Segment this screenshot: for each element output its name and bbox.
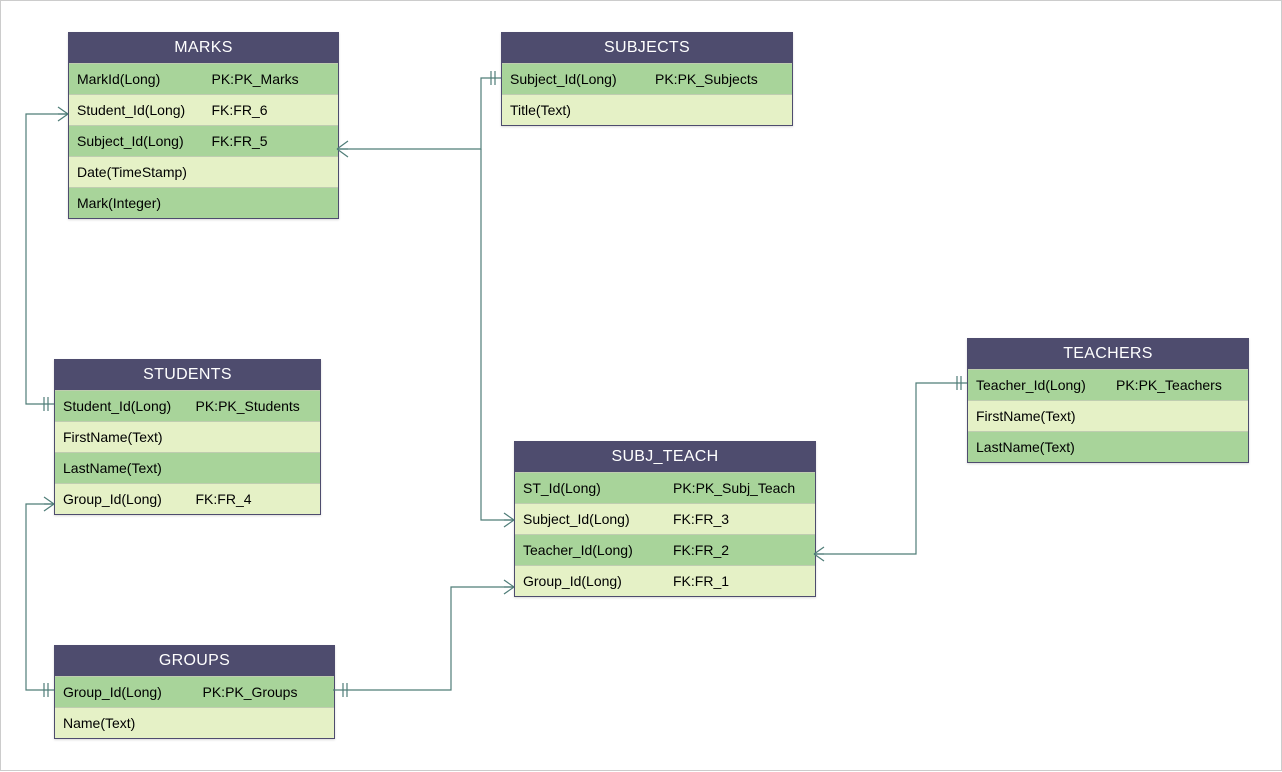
field-name: FirstName(Text) [968, 401, 1108, 431]
table-row: Title(Text) [502, 94, 792, 125]
field-name: Subject_Id(Long) [69, 126, 204, 156]
field-key [1108, 432, 1248, 462]
field-name: Student_Id(Long) [55, 391, 188, 421]
table-row: Teacher_Id(Long) FK:FR_2 [515, 534, 815, 565]
field-key [188, 453, 321, 483]
field-name: Subject_Id(Long) [515, 504, 665, 534]
field-key [204, 157, 339, 187]
field-name: Name(Text) [55, 708, 195, 738]
table-row: LastName(Text) [968, 431, 1248, 462]
field-key: FK:FR_6 [204, 95, 339, 125]
field-key: PK:PK_Marks [204, 64, 339, 94]
table-row: Group_Id(Long) PK:PK_Groups [55, 676, 334, 707]
field-key: PK:PK_Teachers [1108, 370, 1248, 400]
entity-groups[interactable]: GROUPS Group_Id(Long) PK:PK_Groups Name(… [54, 645, 335, 739]
table-row: Group_Id(Long) FK:FR_1 [515, 565, 815, 596]
table-row: Teacher_Id(Long) PK:PK_Teachers [968, 369, 1248, 400]
field-key: PK:PK_Groups [195, 677, 335, 707]
field-key: FK:FR_2 [665, 535, 815, 565]
field-key [188, 422, 321, 452]
entity-title: STUDENTS [55, 360, 320, 390]
entity-title: SUBJECTS [502, 33, 792, 63]
entity-title: TEACHERS [968, 339, 1248, 369]
field-name: Student_Id(Long) [69, 95, 204, 125]
field-name: Mark(Integer) [69, 188, 204, 218]
field-name: Teacher_Id(Long) [515, 535, 665, 565]
table-row: FirstName(Text) [55, 421, 320, 452]
field-key: FK:FR_1 [665, 566, 815, 596]
table-row: MarkId(Long) PK:PK_Marks [69, 63, 338, 94]
table-row: Group_Id(Long) FK:FR_4 [55, 483, 320, 514]
entity-title: GROUPS [55, 646, 334, 676]
field-key: PK:PK_Subj_Teach [665, 473, 815, 503]
table-row: Student_Id(Long) FK:FR_6 [69, 94, 338, 125]
entity-title: MARKS [69, 33, 338, 63]
field-name: Group_Id(Long) [55, 484, 188, 514]
table-row: Name(Text) [55, 707, 334, 738]
entity-subj-teach[interactable]: SUBJ_TEACH ST_Id(Long) PK:PK_Subj_Teach … [514, 441, 816, 597]
field-key: PK:PK_Students [188, 391, 321, 421]
field-key: FK:FR_3 [665, 504, 815, 534]
entity-subjects[interactable]: SUBJECTS Subject_Id(Long) PK:PK_Subjects… [501, 32, 793, 126]
field-name: LastName(Text) [55, 453, 188, 483]
table-row: FirstName(Text) [968, 400, 1248, 431]
field-name: Date(TimeStamp) [69, 157, 204, 187]
field-key [195, 708, 335, 738]
field-key [1108, 401, 1248, 431]
field-name: Title(Text) [502, 95, 647, 125]
field-name: MarkId(Long) [69, 64, 204, 94]
field-name: Teacher_Id(Long) [968, 370, 1108, 400]
er-diagram-canvas: MARKS MarkId(Long) PK:PK_Marks Student_I… [1, 1, 1281, 770]
field-name: Subject_Id(Long) [502, 64, 647, 94]
field-key: PK:PK_Subjects [647, 64, 792, 94]
entity-students[interactable]: STUDENTS Student_Id(Long) PK:PK_Students… [54, 359, 321, 515]
field-name: ST_Id(Long) [515, 473, 665, 503]
table-row: Student_Id(Long) PK:PK_Students [55, 390, 320, 421]
field-key [204, 188, 339, 218]
field-key [647, 95, 792, 125]
field-name: Group_Id(Long) [515, 566, 665, 596]
field-key: FK:FR_5 [204, 126, 339, 156]
entity-teachers[interactable]: TEACHERS Teacher_Id(Long) PK:PK_Teachers… [967, 338, 1249, 463]
field-key: FK:FR_4 [188, 484, 321, 514]
entity-marks[interactable]: MARKS MarkId(Long) PK:PK_Marks Student_I… [68, 32, 339, 219]
table-row: Subject_Id(Long) FK:FR_3 [515, 503, 815, 534]
table-row: Subject_Id(Long) FK:FR_5 [69, 125, 338, 156]
table-row: Mark(Integer) [69, 187, 338, 218]
entity-title: SUBJ_TEACH [515, 442, 815, 472]
table-row: LastName(Text) [55, 452, 320, 483]
table-row: Date(TimeStamp) [69, 156, 338, 187]
field-name: Group_Id(Long) [55, 677, 195, 707]
table-row: ST_Id(Long) PK:PK_Subj_Teach [515, 472, 815, 503]
table-row: Subject_Id(Long) PK:PK_Subjects [502, 63, 792, 94]
field-name: LastName(Text) [968, 432, 1108, 462]
field-name: FirstName(Text) [55, 422, 188, 452]
